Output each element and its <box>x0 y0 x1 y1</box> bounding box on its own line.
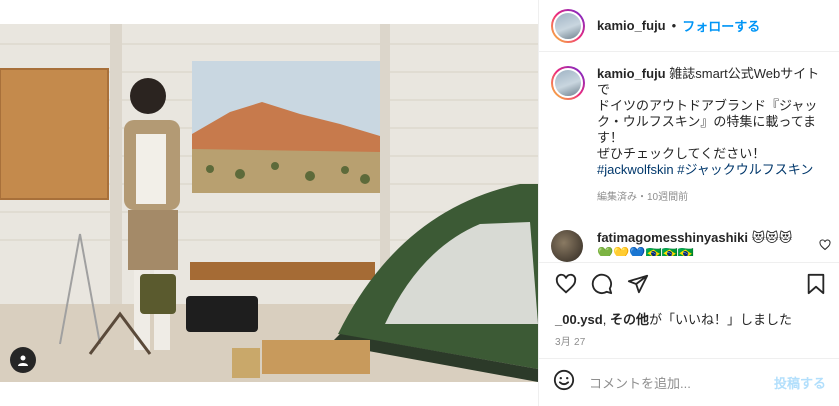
caption-line-5: ぜひチェックしてください！ <box>597 146 766 161</box>
comment-emoji-line2: 💚💛💙🇧🇷🇧🇷🇧🇷 <box>597 246 695 256</box>
avatar[interactable] <box>551 8 585 43</box>
caption-line-3: ク・ウルフスキン』の特集に載ってま <box>597 114 817 129</box>
comment-body: fatimagomesshinyashiki 😻😻😻 💚💛💙🇧🇷🇧🇷🇧🇷 <box>597 230 792 256</box>
comment-like-heart-icon[interactable] <box>819 238 831 256</box>
comment-icon[interactable] <box>591 273 613 300</box>
caption-line-0: 雑誌smart公式Webサイト <box>669 66 820 81</box>
post-comment-button[interactable]: 投稿する <box>774 373 826 392</box>
post-photo[interactable] <box>0 24 538 382</box>
caption: kamio_fuju 雑誌smart公式Webサイト で ドイツのアウトドアブラ… <box>551 66 831 206</box>
caption-hashtags: #jackwolfskin #ジャックウルフスキン <box>597 162 819 178</box>
page-bottom-strip <box>0 382 538 406</box>
likes-suffix: が「いいね！」しました <box>648 312 792 327</box>
post-date[interactable]: 3月 27 <box>555 333 585 348</box>
user-tag-icon[interactable] <box>10 347 36 373</box>
caption-username[interactable]: kamio_fuju <box>597 66 666 81</box>
comment-avatar[interactable] <box>551 230 583 262</box>
hashtag-link[interactable]: #jackwolfskin <box>597 162 674 177</box>
action-icons <box>555 273 649 300</box>
emoji-icon[interactable] <box>553 369 575 396</box>
add-comment-bar: コメントを追加... 投稿する <box>539 358 839 406</box>
photo-illustration <box>0 24 538 382</box>
comment-item: fatimagomesshinyashiki 😻😻😻 💚💛💙🇧🇷🇧🇷🇧🇷 <box>551 230 831 262</box>
heart-icon[interactable] <box>555 273 577 300</box>
hashtag-link[interactable]: #ジャックウルフスキン <box>677 162 813 177</box>
separator-dot: • <box>671 18 677 33</box>
likes-others[interactable]: その他 <box>610 312 649 327</box>
likes-summary: _00.ysd, その他が「いいね！」しました <box>555 312 792 327</box>
caption-meta: 編集済み・10週間前 <box>597 192 689 203</box>
follow-button[interactable]: フォローする <box>682 16 760 35</box>
share-icon[interactable] <box>627 273 649 300</box>
likes-user[interactable]: _00.ysd <box>555 312 603 327</box>
caption-line-1: で <box>597 82 611 97</box>
caption-body: kamio_fuju 雑誌smart公式Webサイト で ドイツのアウトドアブラ… <box>597 66 819 206</box>
caption-line-4: す！ <box>597 130 624 145</box>
comment-emoji-line1: 😻😻😻 <box>751 230 793 245</box>
page-top-strip <box>0 0 538 24</box>
header-username[interactable]: kamio_fuju <box>597 18 666 33</box>
caption-avatar[interactable] <box>551 66 585 100</box>
caption-line-2: ドイツのアウトドアブランド『ジャッ <box>597 98 818 113</box>
comment-input[interactable]: コメントを追加... <box>589 373 774 392</box>
post-header: kamio_fuju • フォローする <box>539 0 839 52</box>
post-side-panel: kamio_fuju • フォローする kamio_fuju 雑誌smart公式… <box>538 0 839 406</box>
comment-username[interactable]: fatimagomesshinyashiki <box>597 230 748 245</box>
bookmark-icon[interactable] <box>806 273 826 300</box>
